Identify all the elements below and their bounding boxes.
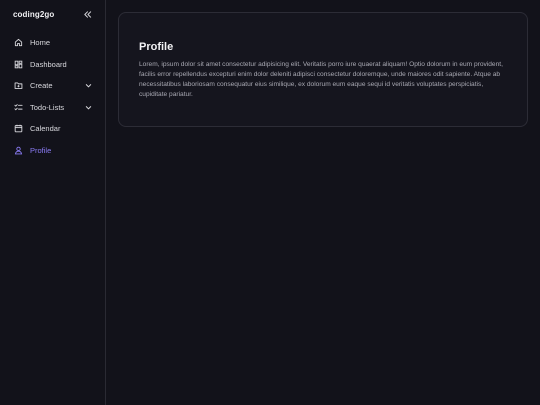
sidebar-item-label: Home xyxy=(30,38,51,48)
sidebar-item-profile[interactable]: Profile xyxy=(0,140,105,162)
sidebar-header: coding2go xyxy=(0,0,105,28)
user-icon xyxy=(13,145,23,155)
page-title: Profile xyxy=(139,41,174,53)
profile-card: Profile Lorem, ipsum dolor sit amet cons… xyxy=(118,12,528,127)
sidebar-nav: Home Dashboard Create Todo-Lists Calenda… xyxy=(0,32,105,161)
calendar-icon xyxy=(13,124,23,134)
chevron-down-icon xyxy=(84,82,92,90)
sidebar-item-todo-lists[interactable]: Todo-Lists xyxy=(0,97,105,119)
checklist-icon xyxy=(13,102,23,112)
sidebar: coding2go Home Dashboard Create Todo-Lis… xyxy=(0,0,106,405)
main-content: Profile Lorem, ipsum dolor sit amet cons… xyxy=(106,0,540,405)
create-folder-icon xyxy=(13,81,23,91)
dashboard-icon xyxy=(13,59,23,69)
sidebar-item-calendar[interactable]: Calendar xyxy=(0,118,105,140)
sidebar-item-dashboard[interactable]: Dashboard xyxy=(0,54,105,76)
app-root: coding2go Home Dashboard Create Todo-Lis… xyxy=(0,0,540,405)
sidebar-item-label: Calendar xyxy=(30,124,61,134)
brand-logo-text: coding2go xyxy=(13,9,55,19)
collapse-sidebar-icon[interactable] xyxy=(82,9,92,19)
sidebar-item-label: Todo-Lists xyxy=(30,102,65,112)
sidebar-item-label: Profile xyxy=(30,145,52,155)
sidebar-item-create[interactable]: Create xyxy=(0,75,105,97)
profile-description: Lorem, ipsum dolor sit amet consectetur … xyxy=(139,61,503,98)
chevron-down-icon xyxy=(84,103,92,111)
sidebar-item-label: Create xyxy=(30,81,53,91)
sidebar-item-home[interactable]: Home xyxy=(0,32,105,54)
sidebar-item-label: Dashboard xyxy=(30,59,67,69)
home-icon xyxy=(13,38,23,48)
